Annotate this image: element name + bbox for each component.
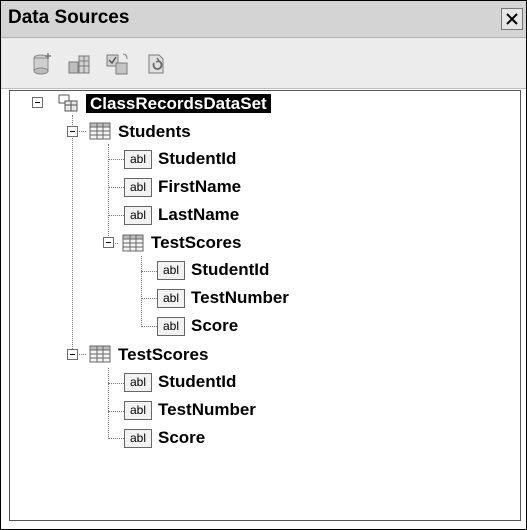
tree-line	[141, 326, 157, 327]
field-type-badge: abl	[124, 206, 152, 225]
tree-line	[141, 256, 142, 327]
field-type-badge: abl	[124, 373, 152, 392]
field-label: StudentId	[191, 260, 270, 279]
data-sources-window: Data Sources ClassRecordsDataSet Student…	[0, 0, 527, 530]
field-label: TestNumber	[158, 400, 256, 419]
table-icon	[122, 234, 144, 252]
tree-item-field[interactable]: StudentId	[158, 369, 236, 395]
field-label: StudentId	[158, 149, 237, 168]
data-sources-tree[interactable]: ClassRecordsDataSet Students abl Student…	[9, 90, 521, 521]
tree-item-field[interactable]: TestNumber	[191, 285, 289, 311]
tree-item-field[interactable]: Score	[191, 313, 238, 339]
tree-item-field[interactable]: StudentId	[158, 146, 236, 172]
field-label: Score	[158, 428, 206, 447]
field-type-badge: abl	[124, 429, 152, 448]
table-icon	[89, 345, 111, 363]
dataset-icon	[58, 94, 78, 112]
edit-dataset-designer-icon	[68, 55, 90, 74]
tree-item-field[interactable]: StudentId	[191, 257, 269, 283]
table-label: Students	[118, 122, 191, 141]
tree-line	[108, 383, 124, 384]
tree-item-testscores[interactable]: TestScores	[118, 342, 208, 368]
field-label: TestNumber	[191, 288, 289, 307]
collapse-toggle[interactable]	[32, 97, 43, 108]
tree-item-field[interactable]: TestNumber	[158, 397, 256, 423]
table-label: TestScores	[151, 233, 242, 252]
refresh-icon	[148, 54, 164, 74]
field-label: LastName	[158, 205, 240, 224]
tree-line	[108, 368, 109, 439]
close-button[interactable]	[501, 8, 523, 30]
collapse-toggle[interactable]	[67, 126, 78, 137]
field-label: Score	[191, 316, 239, 335]
tree-line	[141, 271, 157, 272]
configure-dataset-wizard-icon	[106, 53, 128, 75]
field-type-badge: abl	[124, 150, 152, 169]
collapse-toggle[interactable]	[103, 237, 114, 248]
title-bar: Data Sources	[1, 1, 526, 38]
field-label: FirstName	[158, 177, 242, 196]
field-type-badge: abl	[124, 178, 152, 197]
tree-item-field[interactable]: LastName	[158, 202, 239, 228]
tree-line	[108, 438, 124, 439]
close-icon	[506, 13, 518, 25]
tree-item-students[interactable]: Students	[118, 119, 191, 145]
tree-item-testscores-related[interactable]: TestScores	[151, 230, 241, 256]
add-data-source-button[interactable]	[30, 52, 54, 76]
tree-item-field[interactable]: Score	[158, 425, 205, 451]
tree-line	[108, 159, 124, 160]
field-type-badge: abl	[124, 401, 152, 420]
field-type-badge: abl	[157, 261, 185, 280]
tree-line	[72, 115, 73, 355]
configure-dataset-wizard-button[interactable]	[105, 52, 129, 76]
tree-item-classrecordsdataset[interactable]: ClassRecordsDataSet	[86, 91, 271, 117]
collapse-toggle[interactable]	[67, 349, 78, 360]
refresh-button[interactable]	[145, 52, 169, 76]
tree-line	[141, 298, 157, 299]
add-data-source-icon	[33, 53, 51, 75]
edit-dataset-designer-button[interactable]	[67, 52, 91, 76]
toolbar	[1, 38, 526, 89]
table-icon	[89, 122, 111, 140]
tree-line	[108, 411, 124, 412]
tree-item-field[interactable]: FirstName	[158, 174, 241, 200]
field-label: StudentId	[158, 372, 237, 391]
field-type-badge: abl	[157, 289, 185, 308]
table-label: TestScores	[118, 345, 209, 364]
window-title: Data Sources	[8, 7, 130, 28]
dataset-label: ClassRecordsDataSet	[86, 94, 271, 113]
tree-line	[108, 215, 124, 216]
field-type-badge: abl	[157, 317, 185, 336]
tree-line	[108, 187, 124, 188]
